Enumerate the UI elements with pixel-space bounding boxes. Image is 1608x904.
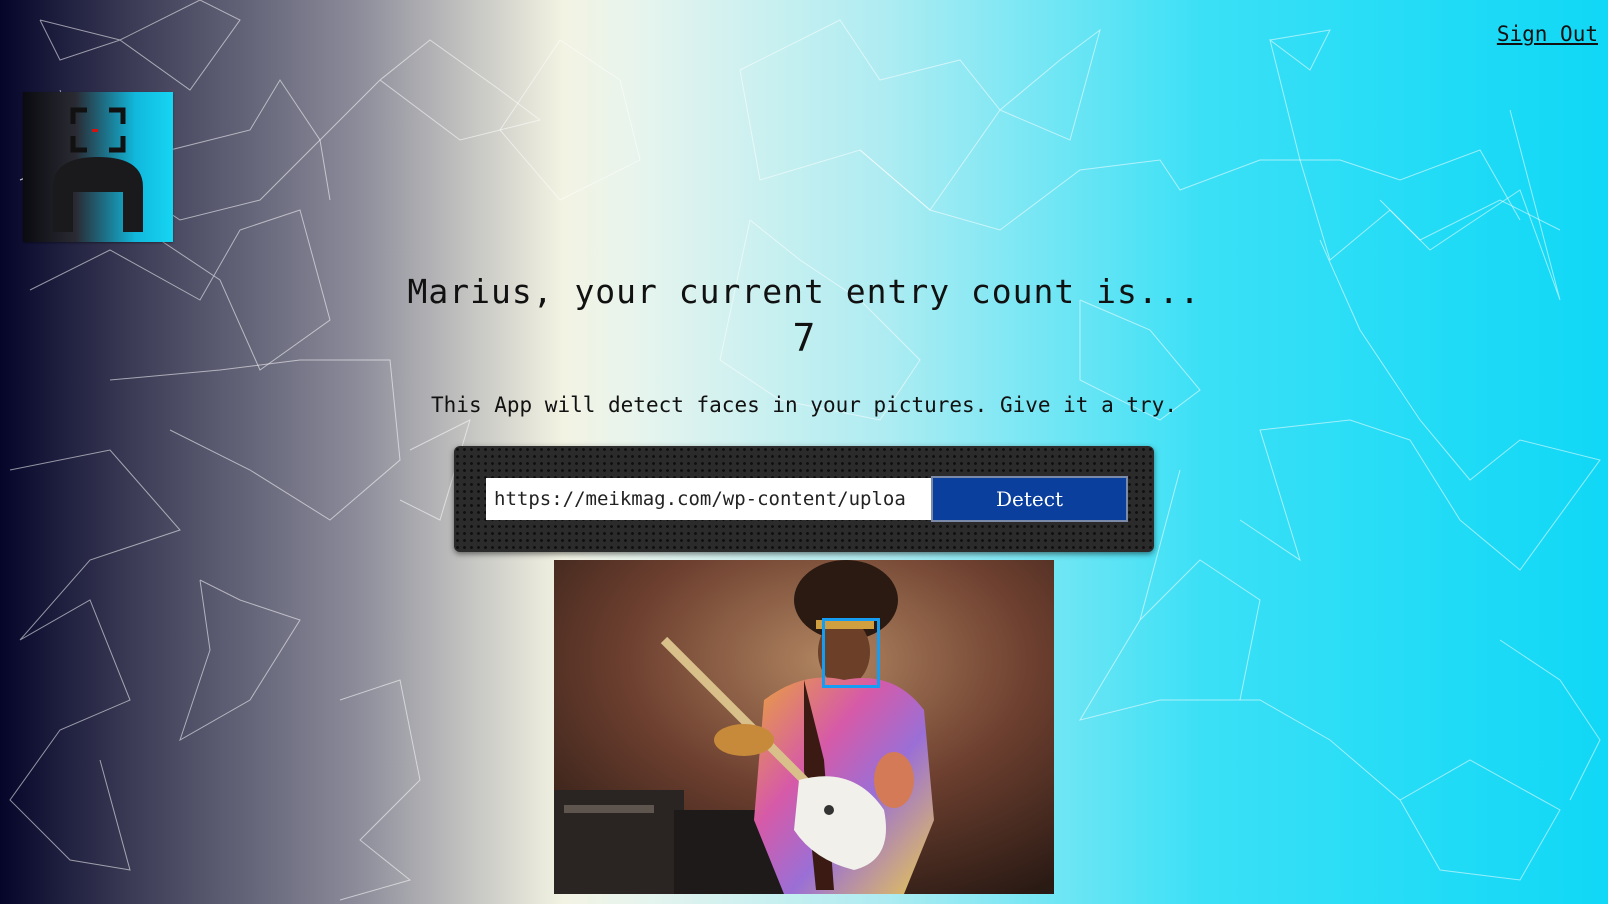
face-bounding-box [822, 618, 880, 688]
image-url-input[interactable] [486, 478, 931, 520]
entry-count-message: Marius, your current entry count is... [407, 272, 1201, 311]
sign-out-link[interactable]: Sign Out [1497, 22, 1598, 46]
image-link-form: Detect [454, 446, 1154, 552]
face-scan-icon [53, 107, 143, 232]
detect-button[interactable]: Detect [931, 476, 1128, 522]
result-image [554, 560, 1054, 894]
app-logo[interactable] [23, 92, 173, 242]
guitarist-photo [554, 560, 1054, 894]
entry-count-value: 7 [792, 316, 816, 360]
top-nav: Sign Out [1497, 22, 1598, 46]
intro-text: This App will detect faces in your pictu… [431, 393, 1177, 417]
